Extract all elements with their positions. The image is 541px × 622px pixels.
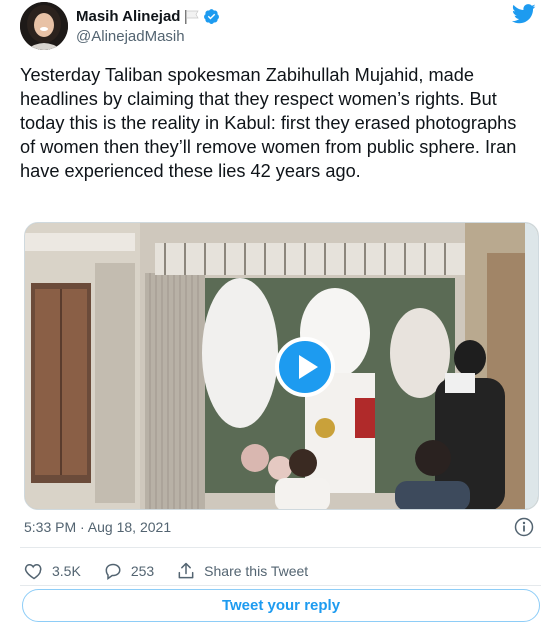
twitter-bird-icon[interactable] (511, 4, 536, 24)
tweet-your-reply-button[interactable]: Tweet your reply (22, 589, 540, 622)
reply-count: 253 (130, 563, 155, 579)
video-player[interactable] (24, 222, 539, 510)
avatar[interactable] (20, 2, 68, 50)
white-flag-icon (184, 9, 200, 24)
tweet-header: Masih Alinejad @AlinejadMasih (20, 2, 540, 52)
tweet-text: Yesterday Taliban spokesman Zabihullah M… (20, 65, 517, 181)
tweet-timestamp[interactable]: 5:33 PM · Aug 18, 2021 (24, 519, 171, 535)
info-icon[interactable] (514, 517, 534, 537)
share-button[interactable]: Share this Tweet (176, 561, 308, 581)
heart-icon (24, 563, 42, 580)
like-button[interactable]: 3.5K (24, 561, 81, 581)
like-count: 3.5K (52, 563, 81, 579)
name-row: Masih Alinejad (76, 8, 220, 25)
author-handle[interactable]: @AlinejadMasih (76, 28, 185, 45)
share-label: Share this Tweet (204, 563, 309, 579)
divider (20, 547, 541, 548)
reply-count-button[interactable]: 253 (103, 561, 154, 581)
share-icon (178, 562, 194, 579)
divider (20, 585, 541, 586)
play-button[interactable] (275, 337, 335, 397)
reply-bubble-icon (105, 563, 121, 580)
author-name[interactable]: Masih Alinejad (76, 8, 180, 25)
play-icon (275, 337, 335, 397)
verified-icon (203, 8, 220, 25)
action-bar: 3.5K 253 Share this Tweet (24, 560, 330, 582)
